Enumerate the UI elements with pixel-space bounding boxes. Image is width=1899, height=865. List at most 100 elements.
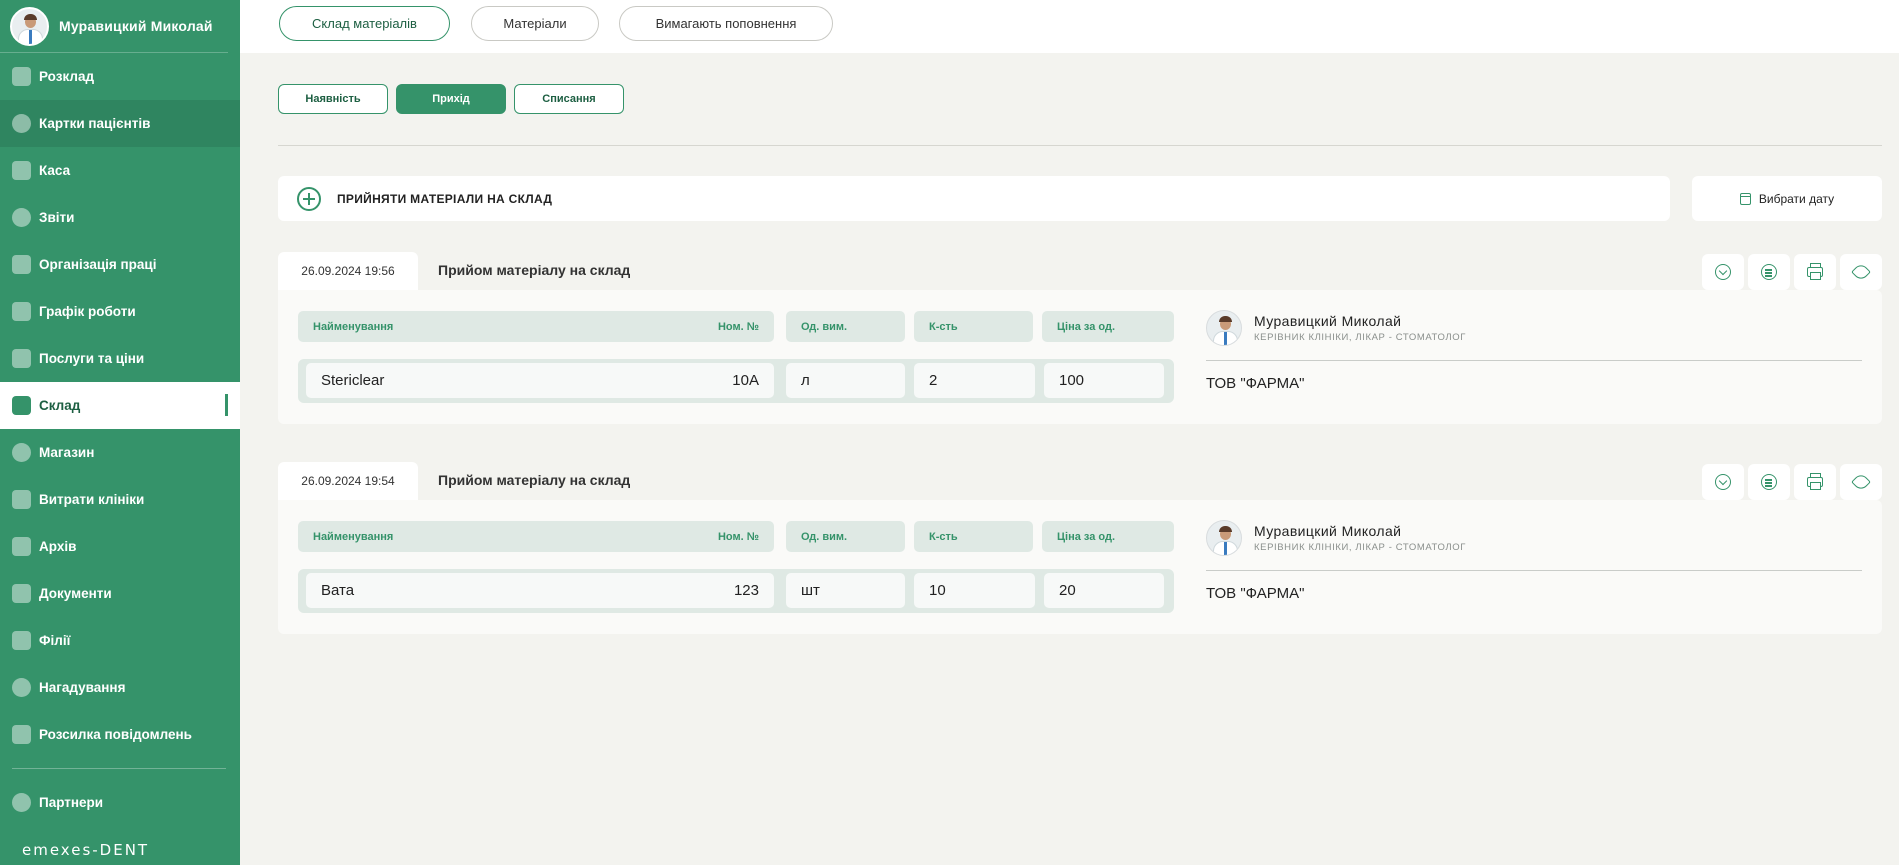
divider [1206, 570, 1862, 571]
select-date-label: Вибрати дату [1758, 191, 1835, 206]
column-header-name-label: Найменування [313, 320, 394, 333]
column-header-qty: К-сть [914, 311, 1033, 342]
home-icon [12, 631, 31, 650]
sidebar-item-warehouse[interactable]: Склад [0, 382, 240, 429]
column-header-name: Найменування Ном. № [298, 311, 774, 342]
person-role: КЕРІВНИК КЛІНІКИ, ЛІКАР - СТОМАТОЛОГ [1254, 542, 1466, 553]
chevron-down-icon [1715, 264, 1731, 280]
sidebar-item-work-organization[interactable]: Організація праці [0, 241, 240, 288]
archive-icon [12, 537, 31, 556]
sidebar-nav: Розклад Картки пацієнтів Каса Звіти Орга… [0, 53, 240, 758]
sidebar-item-documents[interactable]: Документи [0, 570, 240, 617]
sidebar-item-label: Розклад [39, 69, 95, 84]
printer-icon [1807, 473, 1823, 490]
cart-icon [12, 396, 31, 415]
expand-button[interactable] [1702, 464, 1744, 500]
tab-materials[interactable]: Матеріали [471, 6, 599, 41]
brand-logo: emexes-DENT [22, 841, 150, 859]
person-name: Муравицкий Миколай [1254, 523, 1402, 539]
sidebar-item-work-schedule[interactable]: Графік роботи [0, 288, 240, 335]
column-header-unit: Од. вим. [786, 521, 905, 552]
details-button[interactable] [1748, 464, 1790, 500]
sidebar-item-label: Послуги та ціни [39, 351, 145, 366]
column-header-price: Ціна за од. [1042, 311, 1174, 342]
sidebar-item-label: Магазин [39, 445, 95, 460]
star-icon [12, 793, 31, 812]
entry-title: Прийом матеріалу на склад [438, 262, 631, 278]
calendar-icon [1739, 192, 1751, 205]
sidebar-item-reports[interactable]: Звіти [0, 194, 240, 241]
entry-actions [1702, 464, 1882, 500]
divider [1206, 360, 1862, 361]
calendar-list-icon [12, 67, 31, 86]
sidebar-item-reminders[interactable]: Нагадування [0, 664, 240, 711]
person-role: КЕРІВНИК КЛІНІКИ, ЛІКАР - СТОМАТОЛОГ [1254, 332, 1466, 343]
avatar [1206, 520, 1242, 556]
subtab-availability[interactable]: Наявність [278, 84, 388, 114]
accept-materials-button[interactable]: ПРИЙНЯТИ МАТЕРІАЛИ НА СКЛАД [278, 176, 1670, 221]
entry-datetime: 26.09.2024 19:56 [278, 252, 418, 290]
table-row: Stericlear 10A л 2 100 [298, 359, 1174, 403]
bag-icon [12, 443, 31, 462]
column-header-name: Найменування Ном. № [298, 521, 774, 552]
sidebar-item-partners[interactable]: Партнери [0, 779, 240, 826]
top-tabs-bar: Склад матеріалів Матеріали Вимагають поп… [240, 0, 1899, 53]
subtab-write-off[interactable]: Списання [514, 84, 624, 114]
sidebar-item-clinic-expenses[interactable]: Витрати клініки [0, 476, 240, 523]
tab-need-replenishment[interactable]: Вимагають поповнення [619, 6, 833, 41]
sidebar-item-label: Філії [39, 633, 71, 648]
sidebar-item-cash[interactable]: Каса [0, 147, 240, 194]
label-button[interactable] [1840, 254, 1882, 290]
sidebar-item-schedule[interactable]: Розклад [0, 53, 240, 100]
responsible-person: Муравицкий Миколай КЕРІВНИК КЛІНІКИ, ЛІК… [1206, 310, 1862, 392]
details-button[interactable] [1748, 254, 1790, 290]
plus-circle-icon [297, 186, 321, 211]
sidebar-item-mailing[interactable]: Розсилка повідомлень [0, 711, 240, 758]
column-header-name-label: Найменування [313, 530, 394, 543]
item-number: 123 [733, 582, 759, 599]
expand-button[interactable] [1702, 254, 1744, 290]
sidebar-item-branches[interactable]: Філії [0, 617, 240, 664]
entry-actions [1702, 254, 1882, 290]
column-header-qty: К-сть [914, 521, 1033, 552]
sidebar-item-label: Звіти [39, 210, 75, 225]
sidebar-item-label: Каса [39, 163, 71, 178]
avatar [1206, 310, 1242, 346]
sidebar-item-patient-cards[interactable]: Картки пацієнтів [0, 100, 240, 147]
item-name: Stericlear [321, 372, 385, 389]
sidebar: Муравицкий Миколай Розклад Картки пацієн… [0, 0, 240, 865]
briefcase-icon [12, 255, 31, 274]
avatar [10, 6, 49, 46]
supplier-name: ТОВ "ФАРМА" [1206, 585, 1305, 602]
item-name: Вата [321, 582, 355, 599]
entry-datetime: 26.09.2024 19:54 [278, 462, 418, 500]
sidebar-item-shop[interactable]: Магазин [0, 429, 240, 476]
label-button[interactable] [1840, 464, 1882, 500]
sidebar-item-archive[interactable]: Архів [0, 523, 240, 570]
user-name: Муравицкий Миколай [59, 18, 213, 34]
divider [278, 145, 1882, 146]
item-qty: 2 [914, 363, 1035, 398]
sidebar-user[interactable]: Муравицкий Миколай [0, 0, 228, 53]
entry-body: Найменування Ном. № Од. вим. К-сть Ціна … [278, 290, 1882, 424]
list-icon [1761, 474, 1777, 490]
select-date-button[interactable]: Вибрати дату [1692, 176, 1882, 221]
bell-icon [12, 678, 31, 697]
item-qty: 10 [914, 573, 1035, 608]
entry-title: Прийом матеріалу на склад [438, 472, 631, 488]
users-icon [12, 114, 31, 133]
print-button[interactable] [1794, 254, 1836, 290]
dots-icon [12, 208, 31, 227]
sidebar-item-label: Документи [39, 586, 112, 601]
supplier-name: ТОВ "ФАРМА" [1206, 375, 1305, 392]
sidebar-item-services-prices[interactable]: Послуги та ціни [0, 335, 240, 382]
sidebar-divider [12, 768, 226, 769]
list-icon [1761, 264, 1777, 280]
tab-warehouse-materials[interactable]: Склад матеріалів [279, 6, 450, 41]
table-row: Вата 123 шт 10 20 [298, 569, 1174, 613]
print-button[interactable] [1794, 464, 1836, 500]
calendar-icon [12, 302, 31, 321]
printer-icon [1807, 263, 1823, 280]
accept-materials-label: ПРИЙНЯТИ МАТЕРІАЛИ НА СКЛАД [337, 191, 553, 206]
subtab-income[interactable]: Прихід [396, 84, 506, 114]
